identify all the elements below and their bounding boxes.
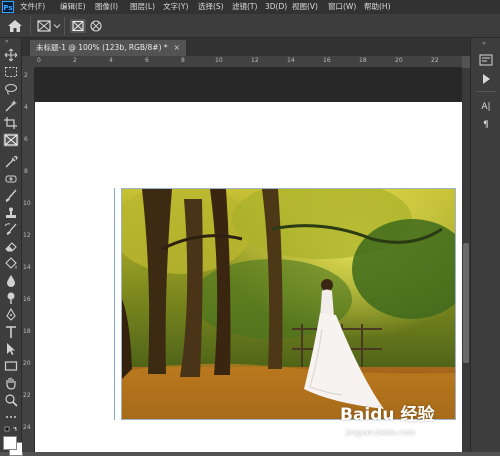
ruler-tick-label: 18 [23,328,31,335]
ruler-tick-label: 0 [37,57,41,64]
path-selection-tool-icon[interactable] [3,342,19,356]
ruler-tick-label: 6 [145,57,149,64]
ruler-tick-label: 16 [323,57,331,64]
ruler-tick-label: 4 [24,104,28,111]
ruler-tick-label: 10 [23,200,31,207]
clone-stamp-tool-icon[interactable] [3,206,19,220]
options-divider [64,17,65,35]
rectangular-frame-icon[interactable] [70,19,86,33]
expand-panels-icon[interactable]: « [482,40,486,47]
panel-divider [476,91,496,92]
marquee-tool-icon[interactable] [3,65,19,79]
blur-tool-icon[interactable] [3,274,19,288]
ruler-tick-label: 6 [24,136,28,143]
rectangle-tool-icon[interactable] [3,359,19,373]
watermark-brand: Baidu 经验 [340,405,435,425]
eraser-tool-icon[interactable] [3,240,19,254]
healing-brush-tool-icon[interactable] [3,172,19,186]
frame-tool-icon[interactable] [3,133,19,147]
ruler-tick-label: 24 [23,424,31,431]
menu-layer[interactable]: 图层(L) [130,0,155,14]
foreground-color-swatch[interactable] [3,436,17,450]
document-tab-bar: 未标题-1 @ 100% (123b, RGB/8#) * × [22,38,470,56]
ruler-tick-label: 22 [431,57,439,64]
ruler-tick-label: 20 [395,57,403,64]
ruler-tick-label: 18 [359,57,367,64]
ruler-tick-label: 22 [23,392,31,399]
close-icon[interactable]: × [174,43,180,52]
ruler-tick-label: 2 [73,57,77,64]
vertical-ruler: 2 4 6 8 10 12 14 16 18 20 22 24 [22,68,35,452]
document-tab-title: 未标题-1 @ 100% (123b, RGB/8#) * [36,43,168,52]
menu-filter[interactable]: 滤镜(T) [232,0,257,14]
options-bar [0,14,500,38]
dodge-tool-icon[interactable] [3,291,19,305]
character-panel-icon[interactable]: A| [478,100,494,114]
canvas-area[interactable] [35,68,462,452]
lasso-tool-icon[interactable] [3,82,19,96]
frame-tool-icon[interactable] [36,19,52,33]
watermark-url: jingyan.baidu.com [346,428,416,437]
history-brush-tool-icon[interactable] [3,223,19,237]
chevron-down-icon[interactable] [53,22,61,30]
menu-select[interactable]: 选择(S) [198,0,224,14]
pen-tool-icon[interactable] [3,308,19,322]
history-panel-icon[interactable] [478,53,494,67]
ruler-tick-label: 12 [23,232,31,239]
menu-image[interactable]: 图像(I) [95,0,118,14]
scrollbar-thumb[interactable] [463,243,469,363]
ruler-tick-label: 12 [251,57,259,64]
menu-3d[interactable]: 3D(D) [265,0,287,14]
ruler-tick-label: 16 [23,296,31,303]
elliptical-frame-icon[interactable] [88,19,104,33]
collapse-icon[interactable]: » [5,39,17,45]
move-tool-icon[interactable] [3,48,19,62]
document-tab[interactable]: 未标题-1 @ 100% (123b, RGB/8#) * × [30,40,186,56]
menu-edit[interactable]: 编辑(E) [60,0,86,14]
forest-bride-image [112,179,462,419]
window-controls [450,0,500,14]
baidu-watermark: Baidu 经验 jingyan.baidu.com [340,398,460,446]
photoshop-logo: Ps [2,1,14,13]
eyedropper-tool-icon[interactable] [3,155,19,169]
frame-edge-guide [114,188,115,420]
wedding-photo-frame[interactable] [112,179,462,420]
magic-wand-tool-icon[interactable] [3,99,19,113]
tools-panel: » [0,38,23,456]
menu-window[interactable]: 窗口(W) [328,0,356,14]
ruler-tick-label: 2 [24,72,28,79]
brush-tool-icon[interactable] [3,189,19,203]
ruler-tick-label: 8 [24,168,28,175]
swap-colors-icon[interactable] [4,426,18,436]
menu-bar: Ps 文件(F) 编辑(E) 图像(I) 图层(L) 文字(Y) 选择(S) 滤… [0,0,500,14]
more-tools-icon[interactable] [3,410,19,424]
paragraph-panel-icon[interactable]: ¶ [478,118,494,132]
right-panel-dock: « A| ¶ [470,38,500,452]
crop-tool-icon[interactable] [3,116,19,130]
ruler-tick-label: 14 [23,264,31,271]
horizontal-ruler: 0 2 4 6 8 10 12 14 16 18 20 22 [35,56,462,68]
menu-help[interactable]: 帮助(H) [364,0,391,14]
vertical-scrollbar[interactable] [462,68,470,452]
ruler-tick-label: 10 [215,57,223,64]
ruler-tick-label: 20 [23,360,31,367]
actions-panel-icon[interactable] [478,72,494,86]
type-tool-icon[interactable] [3,325,19,339]
ruler-tick-label: 4 [109,57,113,64]
zoom-tool-icon[interactable] [3,393,19,407]
menu-type[interactable]: 文字(Y) [163,0,188,14]
menu-view[interactable]: 视图(V) [292,0,318,14]
ruler-corner [22,56,35,68]
menu-file[interactable]: 文件(F) [20,0,45,14]
ruler-tick-label: 14 [287,57,295,64]
hand-tool-icon[interactable] [3,376,19,390]
paint-bucket-tool-icon[interactable] [3,257,19,271]
ruler-tick-label: 8 [181,57,185,64]
home-icon[interactable] [7,19,23,33]
options-divider [30,17,31,35]
